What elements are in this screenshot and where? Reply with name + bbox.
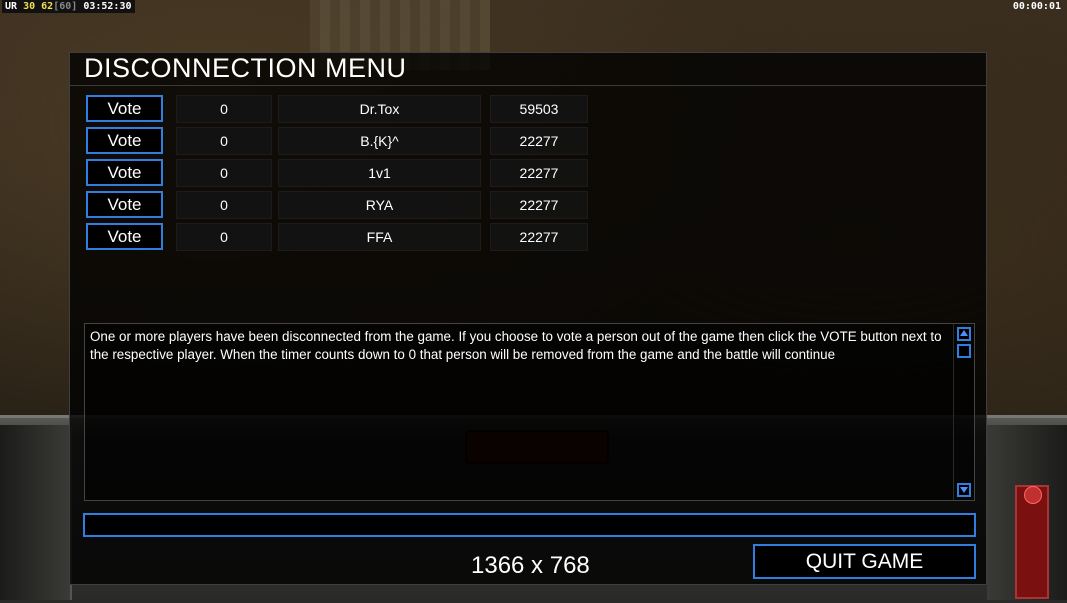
- timer-readout: 00:00:01: [1012, 1, 1061, 12]
- player-name: FFA: [278, 223, 481, 251]
- arrow-up-icon: [960, 330, 968, 336]
- status-value-2: 62: [41, 1, 54, 12]
- chat-input[interactable]: [83, 513, 976, 537]
- game-clock: 03:52:30: [83, 1, 132, 12]
- player-timer: 22277: [490, 223, 588, 251]
- vote-count: 0: [176, 223, 272, 251]
- player-timer: 22277: [490, 159, 588, 187]
- vote-count: 0: [176, 159, 272, 187]
- message-scrollbar[interactable]: [953, 324, 974, 500]
- scroll-down-button[interactable]: [957, 483, 971, 497]
- player-name: 1v1: [278, 159, 481, 187]
- player-name: RYA: [278, 191, 481, 219]
- player-timer: 59503: [490, 95, 588, 123]
- vote-count: 0: [176, 95, 272, 123]
- status-value-1: 30: [23, 1, 36, 12]
- message-box: One or more players have been disconnect…: [84, 323, 975, 501]
- status-value-3: [60]: [53, 1, 78, 12]
- status-code: UR: [5, 1, 18, 12]
- star-icon: [1024, 486, 1042, 504]
- arrow-down-icon: [960, 487, 968, 493]
- player-timer: 22277: [490, 127, 588, 155]
- vote-count: 0: [176, 191, 272, 219]
- quit-game-button[interactable]: QUIT GAME: [753, 544, 976, 579]
- vote-button[interactable]: Vote: [86, 159, 163, 186]
- player-name: B.{K}^: [278, 127, 481, 155]
- scroll-up-button[interactable]: [957, 327, 971, 341]
- vote-count: 0: [176, 127, 272, 155]
- vote-button[interactable]: Vote: [86, 127, 163, 154]
- vote-button[interactable]: Vote: [86, 95, 163, 122]
- background-hud-left: [0, 425, 72, 600]
- scroll-thumb[interactable]: [957, 344, 971, 358]
- fps-status: UR 30 62[60] 03:52:30: [2, 0, 135, 13]
- disconnection-dialog: DISCONNECTION MENU Vote 0 Dr.Tox 59503 V…: [69, 52, 987, 585]
- vote-button[interactable]: Vote: [86, 223, 163, 250]
- vote-button[interactable]: Vote: [86, 191, 163, 218]
- dialog-title: DISCONNECTION MENU: [84, 53, 407, 83]
- player-name: Dr.Tox: [278, 95, 481, 123]
- player-timer: 22277: [490, 191, 588, 219]
- title-divider: [70, 85, 986, 86]
- disconnect-message: One or more players have been disconnect…: [90, 329, 942, 362]
- resolution-label: 1366 x 768: [471, 552, 590, 579]
